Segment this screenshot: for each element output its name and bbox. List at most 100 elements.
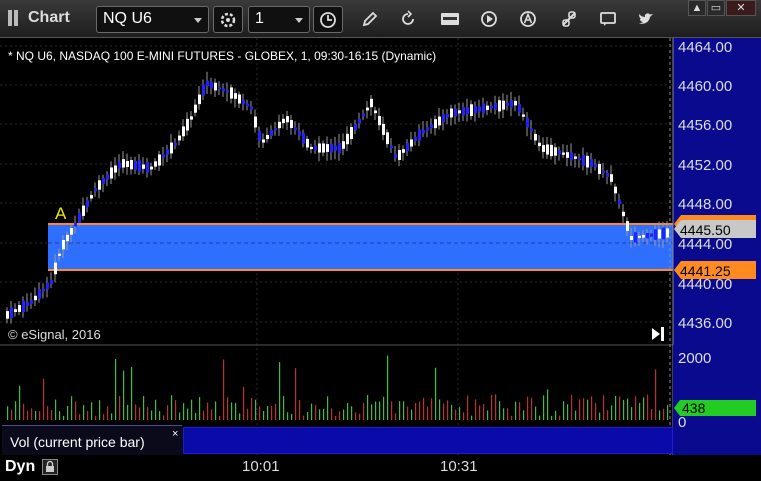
draw-tool-button[interactable] [360,9,380,29]
candle [414,137,417,141]
volume-bar [123,370,125,420]
candle [86,200,89,208]
candle [566,152,569,158]
candle [362,113,365,117]
volume-bar [319,409,321,420]
replay-button[interactable] [479,9,499,29]
alert-button[interactable] [518,9,538,29]
candle [598,163,601,175]
dynamic-mode-label[interactable]: Dyn [5,458,35,476]
volume-bar [523,410,525,420]
candle [98,180,101,190]
candle [114,165,117,173]
volume-bar [611,405,613,420]
volume-bar [403,401,405,420]
volume-bar [207,402,209,420]
volume-bar [223,359,225,420]
candle [286,116,289,123]
candle [34,295,37,301]
candle [394,153,397,158]
time-label: 10:31 [440,458,478,475]
close-icon[interactable]: × [172,428,178,440]
lower-price-tag[interactable]: 4441.25 [674,261,756,279]
volume-bar [35,410,37,420]
candle [418,129,421,141]
chat-button[interactable] [598,9,618,29]
volume-bar [323,408,325,420]
marker-a-label[interactable]: A [55,204,67,223]
volume-bar [291,413,293,420]
candle [458,110,461,114]
candle [402,149,405,153]
symbol-selector[interactable]: NQ U6 [96,6,209,33]
link-button[interactable] [559,9,579,29]
volume-bar [311,403,313,420]
volume-bar [539,415,541,420]
price-zone[interactable] [48,224,674,270]
interval-selector[interactable]: 1 [248,6,310,33]
close-icon: ✕ [736,2,746,14]
volume-bar [203,410,205,420]
candle [214,82,217,91]
volume-bar [195,412,197,420]
candle [546,144,549,155]
study-label-box[interactable]: Vol (current price bar) × [2,425,182,455]
candle [410,139,413,147]
candle [454,108,457,117]
volume-bar [415,402,417,420]
candle [158,154,161,166]
volume-bar [371,404,373,420]
candle [274,127,277,131]
upper-price-tag[interactable]: 4446.00 4445.50 [674,215,756,238]
study-panel-bar[interactable] [183,427,673,454]
candle [302,133,305,144]
price-label: 4464.00 [678,39,732,56]
volume-bar [467,395,469,420]
candle [334,145,337,151]
candle [182,126,185,137]
volume-bar [471,415,473,420]
maximize-button[interactable]: ▭ [707,0,725,16]
volume-bar [263,411,265,420]
price-label: 4448.00 [678,196,732,213]
volume-bar [575,410,577,420]
candle [630,236,633,240]
candle [530,128,533,132]
volume-bar [631,407,633,420]
interval-clock-button[interactable] [313,6,343,33]
volume-bar [571,395,573,420]
candle [174,142,177,146]
candle [50,279,53,285]
candle [150,166,153,170]
volume-bar [299,400,301,420]
volume-bar [235,402,237,420]
candle [278,121,281,129]
candle [30,300,33,304]
candle [522,114,525,117]
volume-bar [99,400,101,420]
candle [370,98,373,108]
candle [646,233,649,239]
price-chart[interactable]: * NQ U6, NASDAQ 100 E-MINI FUTURES - GLO… [0,38,761,455]
candle [430,124,433,129]
volume-bar [391,401,393,420]
candle [186,118,189,131]
twitter-button[interactable] [636,9,656,29]
candle [550,144,553,157]
candle [638,235,641,238]
minimize-button[interactable]: ▲ [688,0,706,16]
symbol-settings-button[interactable] [213,6,243,33]
candle [502,100,505,110]
app-menu-icon[interactable] [8,10,22,26]
time-axis[interactable] [0,455,761,481]
candle [554,147,557,156]
trade-ticket-button[interactable] [440,9,460,29]
volume-bar [147,406,149,420]
candle [442,114,445,123]
candle [202,84,205,96]
refresh-button[interactable] [398,9,418,29]
volume-bar [307,411,309,420]
volume-bar [31,408,33,420]
lock-icon[interactable] [42,459,58,475]
close-window-button[interactable]: ✕ [726,0,756,16]
